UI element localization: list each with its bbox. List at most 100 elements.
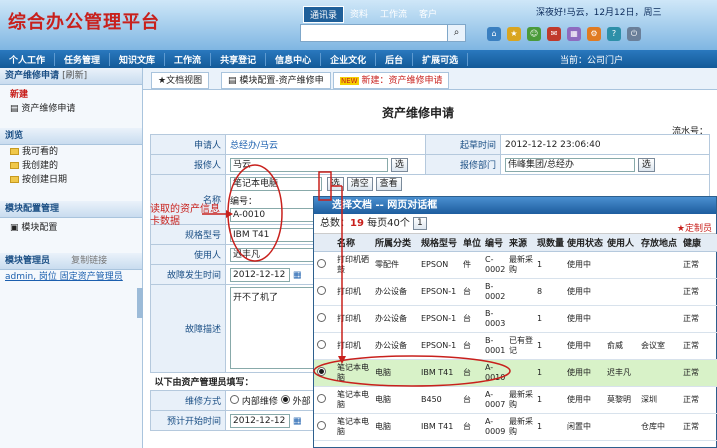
nav-personal-work[interactable]: 个人工作 — [0, 52, 56, 66]
sidebar-item-by-date[interactable]: 按创建日期 — [0, 173, 142, 187]
sidebar-item-module-config[interactable]: ▣ 模块配置 — [0, 221, 142, 235]
cell-name: 笔记本电脑 — [334, 413, 372, 441]
current-portal[interactable]: 当前：公司门户 — [560, 53, 623, 66]
sidebar-item-new-asset-repair[interactable]: ▤ 资产维修申请 — [0, 102, 142, 116]
fault-time-input[interactable]: 2012-12-12 — [230, 267, 290, 282]
calendar-icon[interactable]: ▦ — [567, 27, 581, 41]
tab-module-config[interactable]: ▤ 模块配置-资产维修申 — [221, 72, 331, 89]
nav-info-center[interactable]: 信息中心 — [266, 52, 322, 66]
cell-src — [506, 305, 534, 333]
folder-icon — [10, 176, 19, 183]
col-user[interactable]: 使用人 — [604, 234, 638, 252]
draft-time-value: 2012-12-12 23:06:40 — [500, 134, 710, 155]
col-name[interactable]: 名称 — [334, 234, 372, 252]
asset-code-input[interactable]: A-0010 — [230, 208, 322, 222]
page-number-button[interactable]: 1 — [413, 216, 427, 230]
col-unit[interactable]: 单位 — [460, 234, 482, 252]
table-row[interactable]: 打印机 办公设备 EPSON-1 台 B-0001 已有登记 1 使用中 俞威 会议室 正常 — [314, 332, 717, 360]
sidebar-item-label: 我创建的 — [22, 161, 59, 171]
people-icon[interactable]: ☺ — [527, 27, 541, 41]
table-row[interactable]: 笔记本电脑 电脑 B450 台 A-0007 最新采购 1 使用中 莫黎明 深圳 正常 — [314, 386, 717, 414]
tab-doc-view[interactable]: ★文档视图 — [151, 72, 210, 89]
model-input[interactable]: IBM T41 — [230, 227, 322, 242]
cell-user: 俞威 — [604, 332, 638, 360]
folder-icon — [10, 162, 19, 169]
customize-link[interactable]: ★定制员 — [677, 219, 712, 239]
row-radio[interactable] — [317, 312, 326, 322]
cell-code: A-0007 — [482, 386, 506, 414]
table-row[interactable]: 笔记本电脑 电脑 IBM T41 台 A-0010 1 使用中 迟丰凡 正常 — [314, 359, 717, 387]
top-tab-workflow[interactable]: 工作流 — [374, 6, 413, 23]
col-status[interactable]: 使用状态 — [564, 234, 604, 252]
dialog-title[interactable]: 选择文档 -- 网页对话框 — [314, 197, 716, 214]
help-icon[interactable]: ? — [607, 27, 621, 41]
sidebar-item-created[interactable]: 我创建的 — [0, 159, 142, 173]
table-row[interactable]: 笔记本电脑 电脑 IBM T41 台 A-0009 最新采购 1 闲置中 仓库中 正常 — [314, 413, 717, 441]
nav-task-management[interactable]: 任务管理 — [55, 52, 111, 66]
col-quantity[interactable]: 现数量 — [534, 234, 564, 252]
col-source[interactable]: 来源 — [506, 234, 534, 252]
nav-backend[interactable]: 后台 — [376, 52, 414, 66]
tab-new-asset-repair[interactable]: NEW 新建：资产维修申请 — [333, 72, 450, 89]
dept-select-button[interactable]: 选 — [637, 157, 655, 172]
nav-workflow[interactable]: 工作流 — [165, 52, 212, 66]
row-radio[interactable] — [317, 420, 326, 430]
top-tab-materials[interactable]: 资料 — [344, 6, 374, 23]
top-tab-customers[interactable]: 客户 — [413, 6, 443, 23]
cell-unit: 台 — [460, 359, 482, 387]
dept-input[interactable]: 伟峰集团/总经办 — [505, 157, 635, 172]
search-icon[interactable]: ⌕ — [447, 24, 466, 42]
repair-inner-radio[interactable] — [230, 395, 239, 404]
cell-model: IBM T41 — [418, 413, 460, 441]
table-row[interactable]: 打印机 办公设备 EPSON-1 台 B-0003 1 使用中 正常 — [314, 305, 717, 333]
row-radio[interactable] — [317, 258, 326, 268]
star-icon[interactable]: ★ — [507, 27, 521, 41]
refresh-link[interactable]: [刷新] — [62, 71, 87, 81]
col-location[interactable]: 存放地点 — [638, 234, 680, 252]
search-input[interactable] — [300, 24, 466, 42]
nav-shared-registration[interactable]: 共享登记 — [211, 52, 267, 66]
calendar-icon[interactable]: ▦ — [293, 416, 302, 426]
cell-unit: 台 — [460, 386, 482, 414]
col-category[interactable]: 所属分类 — [372, 234, 418, 252]
nav-knowledge-library[interactable]: 知识文库 — [110, 52, 166, 66]
asset-table: 名称 所属分类 规格型号 单位 编号 来源 现数量 使用状态 使用人 存放地点 … — [314, 234, 717, 441]
applicant-value[interactable]: 总经办/马云 — [230, 141, 278, 151]
row-radio[interactable] — [317, 285, 326, 295]
cell-src: 最新采购 — [506, 251, 534, 279]
sidebar-admin-label: 模块管理员 — [5, 256, 51, 266]
reporter-select-button[interactable]: 选 — [390, 157, 408, 172]
calendar-icon[interactable]: ▦ — [293, 270, 302, 280]
asset-clear-button[interactable]: 清空 — [346, 177, 373, 191]
user-input[interactable]: 迟丰凡 — [230, 247, 322, 262]
col-model[interactable]: 规格型号 — [418, 234, 460, 252]
nav-corporate-culture[interactable]: 企业文化 — [321, 52, 377, 66]
start-time-input[interactable]: 2012-12-12 — [230, 413, 290, 428]
nav-extensions[interactable]: 扩展可选 — [413, 52, 469, 66]
top-tab-contacts[interactable]: 通讯录 — [303, 6, 345, 23]
sidebar-item-viewable[interactable]: 我可看的 — [0, 145, 142, 159]
row-radio[interactable] — [317, 393, 326, 403]
sidebar-collapse-handle[interactable] — [137, 288, 143, 318]
reporter-input[interactable]: 马云 — [230, 157, 388, 172]
cell-status: 使用中 — [564, 386, 604, 414]
table-row[interactable]: 打印机硒鼓 零配件 EPSON 件 C-0002 最新采购 1 使用中 正常 — [314, 251, 717, 279]
admin-info[interactable]: admin, 岗位 固定资产管理员 — [0, 270, 142, 284]
copy-link[interactable]: 复制链接 — [71, 256, 107, 266]
row-radio[interactable] — [317, 366, 326, 376]
asset-view-button[interactable]: 查看 — [375, 177, 402, 191]
repair-outer-label: 外部 — [292, 397, 311, 407]
asset-select-button[interactable]: 选 — [326, 177, 344, 191]
name-input[interactable]: 笔记本电脑 — [230, 177, 322, 191]
cell-qty: 1 — [534, 251, 564, 279]
row-radio[interactable] — [317, 339, 326, 349]
cell-health: 正常 — [680, 413, 717, 441]
sidebar-title-text: 资产维修申请 — [5, 71, 60, 81]
home-icon[interactable]: ⌂ — [487, 27, 501, 41]
gear-icon[interactable]: ⚙ — [587, 27, 601, 41]
table-row[interactable]: 打印机 办公设备 EPSON-1 台 B-0002 8 使用中 正常 — [314, 278, 717, 306]
repair-outer-radio[interactable] — [280, 395, 290, 404]
col-code[interactable]: 编号 — [482, 234, 506, 252]
logout-icon[interactable]: ⏻ — [627, 27, 641, 41]
mail-icon[interactable]: ✉ — [547, 27, 561, 41]
